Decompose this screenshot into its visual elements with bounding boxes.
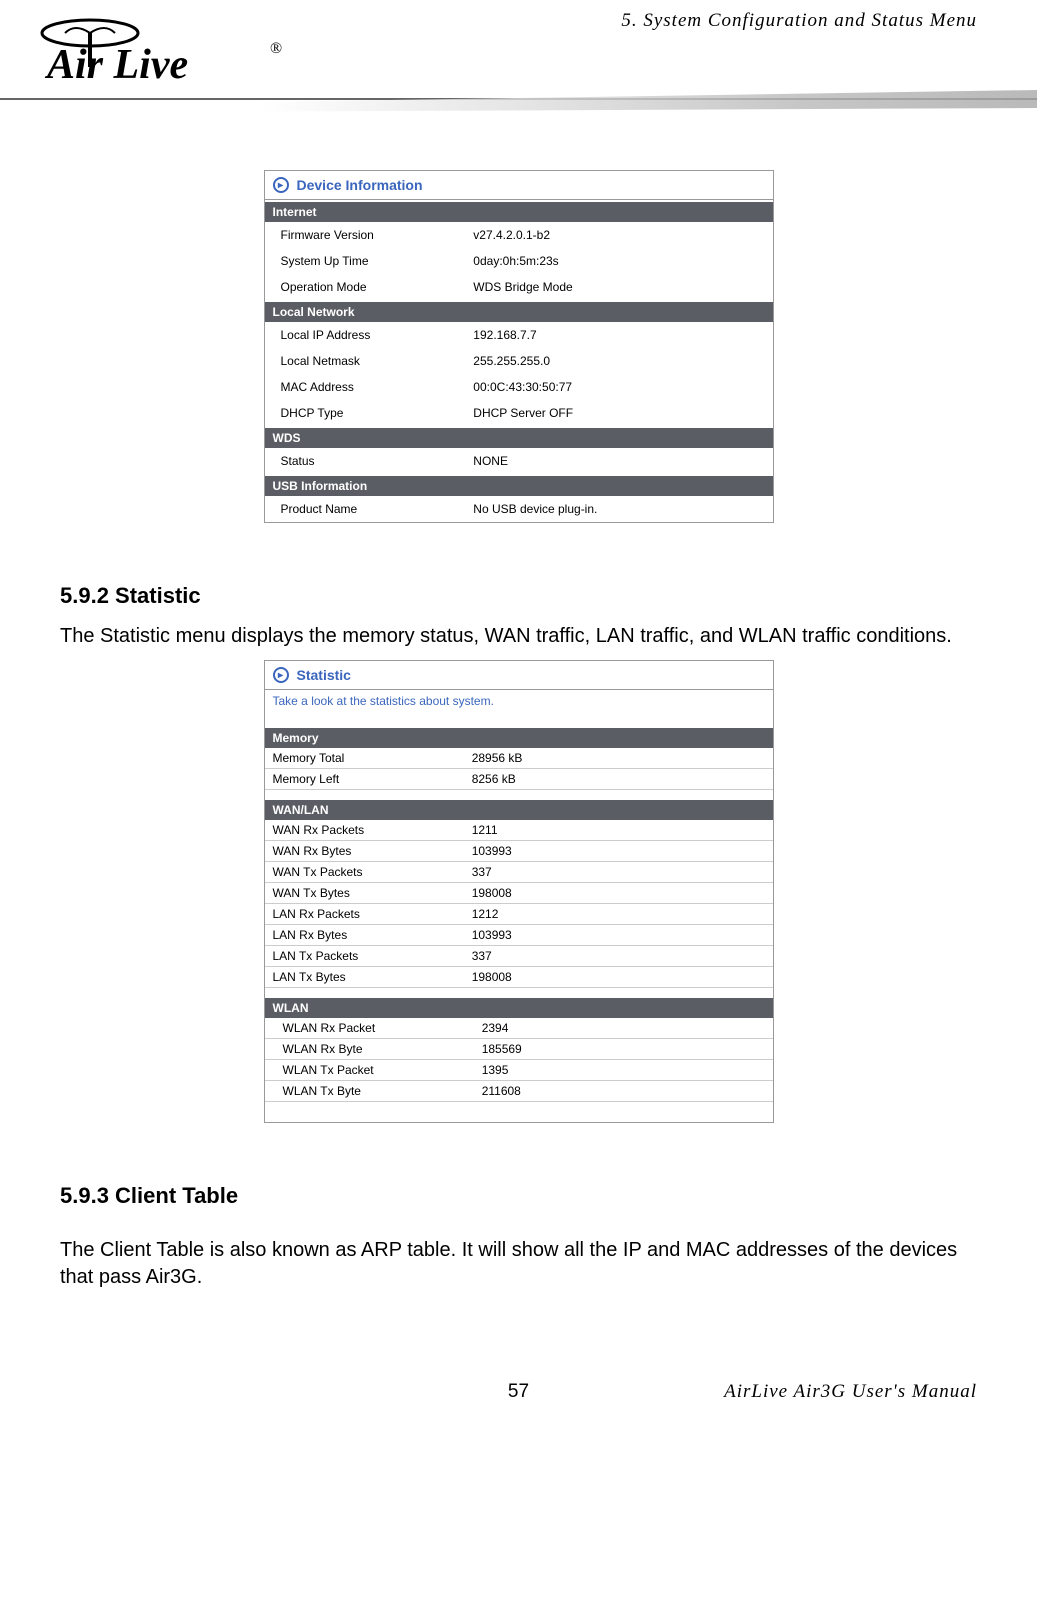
table-row: Memory Left8256 kB: [265, 769, 773, 790]
row-value: 103993: [468, 841, 773, 861]
panel-title: ▸ Statistic: [265, 661, 773, 690]
row-label: WLAN Tx Packet: [265, 1060, 468, 1080]
row-value: 255.255.255.0: [469, 351, 764, 371]
row-label: LAN Rx Bytes: [265, 925, 468, 945]
row-label: Local IP Address: [273, 325, 470, 345]
row-label: Memory Total: [265, 748, 468, 768]
svg-text:Air Live: Air Live: [44, 42, 188, 88]
panel-subtitle: Take a look at the statistics about syst…: [265, 690, 773, 718]
section-header: Internet: [265, 202, 773, 222]
row-label: WAN Tx Packets: [265, 862, 468, 882]
row-value: 192.168.7.7: [469, 325, 764, 345]
row-value: 337: [468, 862, 773, 882]
airlive-logo: Air Live ®: [35, 18, 295, 98]
table-row: Product NameNo USB device plug-in.: [265, 496, 773, 522]
table-row: Memory Total28956 kB: [265, 748, 773, 769]
row-value: 185569: [468, 1039, 773, 1059]
table-row: Local IP Address192.168.7.7: [265, 322, 773, 348]
row-value: 00:0C:43:30:50:77: [469, 377, 764, 397]
row-value: 198008: [468, 883, 773, 903]
row-value: 28956 kB: [468, 748, 773, 768]
row-label: WAN Rx Packets: [265, 820, 468, 840]
section-header: Memory: [265, 728, 773, 748]
row-label: LAN Tx Bytes: [265, 967, 468, 987]
table-row: StatusNONE: [265, 448, 773, 474]
row-value: No USB device plug-in.: [469, 499, 764, 519]
table-row: Operation ModeWDS Bridge Mode: [265, 274, 773, 300]
panel-title: ▸ Device Information: [265, 171, 773, 200]
table-row: WLAN Rx Packet2394: [265, 1018, 773, 1039]
page-footer: 57 AirLive Air3G User's Manual: [60, 1381, 977, 1403]
panel-title-text: Statistic: [297, 667, 351, 683]
table-row: Firmware Versionv27.4.2.0.1-b2: [265, 222, 773, 248]
row-label: DHCP Type: [273, 403, 470, 423]
row-value: 198008: [468, 967, 773, 987]
page-number: 57: [508, 1381, 529, 1403]
chapter-title: 5. System Configuration and Status Menu: [621, 10, 977, 32]
paragraph-client-table: The Client Table is also known as ARP ta…: [60, 1237, 977, 1291]
row-label: Local Netmask: [273, 351, 470, 371]
manual-title: AirLive Air3G User's Manual: [724, 1381, 977, 1403]
row-value: 337: [468, 946, 773, 966]
section-header: WAN/LAN: [265, 800, 773, 820]
table-row: LAN Tx Bytes198008: [265, 967, 773, 988]
row-label: LAN Rx Packets: [265, 904, 468, 924]
row-label: WAN Rx Bytes: [265, 841, 468, 861]
table-row: WAN Tx Bytes198008: [265, 883, 773, 904]
arrow-right-icon: ▸: [273, 667, 289, 683]
table-row: LAN Rx Bytes103993: [265, 925, 773, 946]
row-label: Memory Left: [265, 769, 468, 789]
row-label: Status: [273, 451, 470, 471]
table-row: WLAN Tx Byte211608: [265, 1081, 773, 1102]
table-row: LAN Rx Packets1212: [265, 904, 773, 925]
table-row: MAC Address00:0C:43:30:50:77: [265, 374, 773, 400]
row-value: 1395: [468, 1060, 773, 1080]
svg-text:®: ®: [270, 40, 282, 57]
section-header: WLAN: [265, 998, 773, 1018]
section-header: WDS: [265, 428, 773, 448]
heading-statistic: 5.9.2 Statistic: [60, 583, 977, 609]
row-label: System Up Time: [273, 251, 470, 271]
row-value: 1211: [468, 820, 773, 840]
row-value: 103993: [468, 925, 773, 945]
row-value: 1212: [468, 904, 773, 924]
statistic-panel: ▸ Statistic Take a look at the statistic…: [264, 660, 774, 1123]
row-value: WDS Bridge Mode: [469, 277, 764, 297]
table-row: DHCP TypeDHCP Server OFF: [265, 400, 773, 426]
table-row: WLAN Rx Byte185569: [265, 1039, 773, 1060]
row-label: MAC Address: [273, 377, 470, 397]
table-row: WAN Tx Packets337: [265, 862, 773, 883]
table-row: WLAN Tx Packet1395: [265, 1060, 773, 1081]
table-row: Local Netmask255.255.255.0: [265, 348, 773, 374]
row-label: WLAN Rx Byte: [265, 1039, 468, 1059]
row-value: 211608: [468, 1081, 773, 1101]
section-header: USB Information: [265, 476, 773, 496]
table-row: System Up Time0day:0h:5m:23s: [265, 248, 773, 274]
row-value: NONE: [469, 451, 764, 471]
row-label: WLAN Rx Packet: [265, 1018, 468, 1038]
device-information-panel: ▸ Device Information InternetFirmware Ve…: [264, 170, 774, 523]
table-row: LAN Tx Packets337: [265, 946, 773, 967]
table-row: WAN Rx Bytes103993: [265, 841, 773, 862]
row-label: Product Name: [273, 499, 470, 519]
paragraph-statistic: The Statistic menu displays the memory s…: [60, 623, 977, 650]
table-row: WAN Rx Packets1211: [265, 820, 773, 841]
row-label: WLAN Tx Byte: [265, 1081, 468, 1101]
row-label: Operation Mode: [273, 277, 470, 297]
heading-client-table: 5.9.3 Client Table: [60, 1183, 977, 1209]
section-header: Local Network: [265, 302, 773, 322]
panel-title-text: Device Information: [297, 177, 423, 193]
arrow-right-icon: ▸: [273, 177, 289, 193]
row-value: v27.4.2.0.1-b2: [469, 225, 764, 245]
row-value: 2394: [468, 1018, 773, 1038]
row-value: DHCP Server OFF: [469, 403, 764, 423]
row-label: Firmware Version: [273, 225, 470, 245]
row-value: 8256 kB: [468, 769, 773, 789]
row-value: 0day:0h:5m:23s: [469, 251, 764, 271]
row-label: LAN Tx Packets: [265, 946, 468, 966]
row-label: WAN Tx Bytes: [265, 883, 468, 903]
